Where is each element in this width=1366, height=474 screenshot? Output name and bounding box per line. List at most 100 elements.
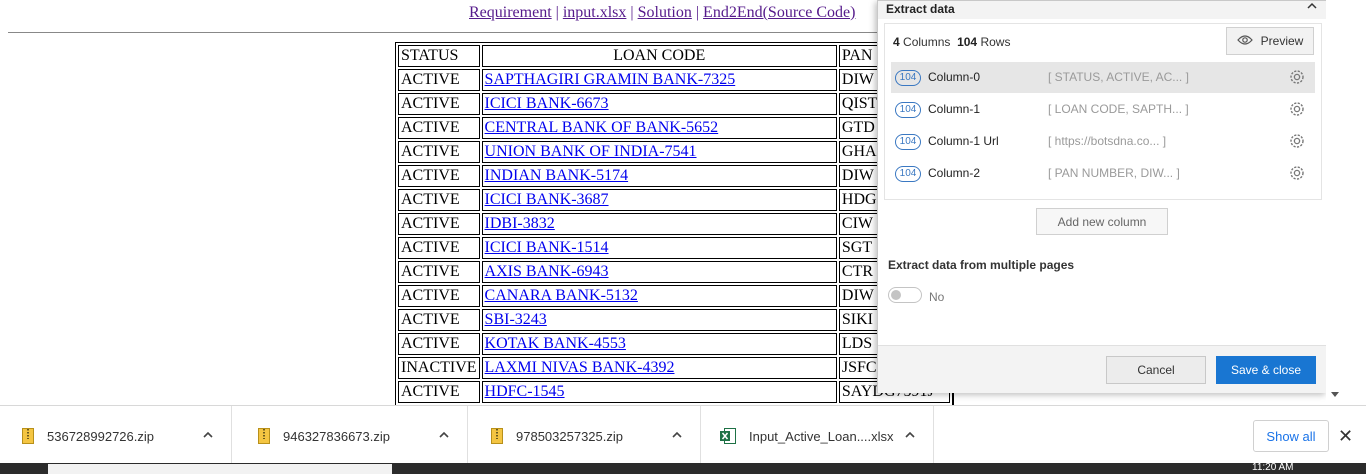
- loan-code-link[interactable]: ICICI BANK-1514: [485, 239, 609, 256]
- column-row-counts: 4 Columns 104 Rows: [893, 35, 1010, 49]
- download-item[interactable]: 946327836673.zip: [236, 406, 468, 464]
- status-cell: ACTIVE: [398, 117, 480, 139]
- loan-code-link[interactable]: SAPTHAGIRI GRAMIN BANK-7325: [485, 71, 736, 88]
- loan-code-link[interactable]: CENTRAL BANK OF BANK-5652: [485, 119, 719, 136]
- collapse-chevron-icon[interactable]: [1306, 0, 1318, 15]
- status-cell: ACTIVE: [398, 333, 480, 355]
- chevron-up-icon[interactable]: [903, 428, 917, 442]
- table-header-row: STATUS LOAN CODE PAN: [398, 45, 950, 67]
- preview-label: Preview: [1260, 34, 1304, 48]
- row-count-badge: 104: [895, 102, 921, 118]
- download-item[interactable]: 536728992726.zip: [0, 406, 232, 464]
- loan-code-cell: INDIAN BANK-5174: [481, 165, 837, 187]
- nav-link-input-xlsx[interactable]: input.xlsx: [563, 4, 627, 21]
- table-row: ACTIVE ICICI BANK-1514 SGT: [398, 237, 950, 259]
- rows-label: Rows: [980, 35, 1011, 49]
- column-name: Column-1 Url: [928, 134, 999, 148]
- nav-link-end2end[interactable]: End2End(Source Code): [703, 4, 855, 21]
- chevron-up-icon[interactable]: [437, 428, 451, 442]
- row-count-badge: 104: [895, 134, 921, 150]
- download-file-name: 946327836673.zip: [283, 429, 390, 444]
- status-cell: ACTIVE: [398, 237, 480, 259]
- loan-code-link[interactable]: CANARA BANK-5132: [485, 287, 638, 304]
- column-list: 104 Column-0 [ STATUS, ACTIVE, AC... ] 1…: [891, 62, 1315, 190]
- table-row: ACTIVE ICICI BANK-6673 QIST: [398, 93, 950, 115]
- loan-code-cell: ICICI BANK-6673: [481, 93, 837, 115]
- zip-file-icon: [491, 428, 503, 444]
- loan-code-link[interactable]: UNION BANK OF INDIA-7541: [485, 143, 697, 160]
- table-row: ACTIVE INDIAN BANK-5174 DIW: [398, 165, 950, 187]
- zip-file-icon: [22, 428, 34, 444]
- loan-code-link[interactable]: ICICI BANK-3687: [485, 191, 609, 208]
- nav-link-requirement[interactable]: Requirement: [469, 4, 552, 21]
- zip-file-icon: [258, 428, 270, 444]
- gear-icon[interactable]: [1287, 131, 1307, 151]
- loan-code-link[interactable]: IDBI-3832: [485, 215, 555, 232]
- chevron-up-icon[interactable]: [201, 428, 215, 442]
- status-cell: INACTIVE: [398, 357, 480, 379]
- status-cell: ACTIVE: [398, 381, 480, 403]
- loan-code-cell: UNION BANK OF INDIA-7541: [481, 141, 837, 163]
- close-icon[interactable]: ✕: [1338, 426, 1353, 447]
- gear-icon[interactable]: [1287, 163, 1307, 183]
- row-count-badge: 104: [895, 166, 921, 182]
- columns-label: Columns: [903, 35, 951, 49]
- save-and-close-button[interactable]: Save & close: [1216, 356, 1316, 384]
- table-row: ACTIVE SAPTHAGIRI GRAMIN BANK-7325 DIW: [398, 69, 950, 91]
- nav-separator: |: [695, 4, 700, 21]
- header-loan-code: LOAN CODE: [481, 45, 837, 67]
- multi-pages-heading: Extract data from multiple pages: [888, 258, 1075, 272]
- loan-code-link[interactable]: AXIS BANK-6943: [485, 263, 609, 280]
- column-item[interactable]: 104 Column-2 [ PAN NUMBER, DIW... ]: [891, 158, 1315, 189]
- column-preview: [ STATUS, ACTIVE, AC... ]: [1048, 70, 1189, 84]
- toggle-label: No: [929, 290, 945, 304]
- page-scrollbar[interactable]: [1326, 0, 1343, 405]
- download-file-name: 978503257325.zip: [516, 429, 623, 444]
- column-name: Column-1: [928, 102, 981, 116]
- nav-link-solution[interactable]: Solution: [638, 4, 692, 21]
- table-row: ACTIVE SBI-3243 SIKI: [398, 309, 950, 331]
- loan-code-cell: LAXMI NIVAS BANK-4392: [481, 357, 837, 379]
- columns-count: 4: [893, 35, 900, 49]
- status-cell: ACTIVE: [398, 141, 480, 163]
- toggle-knob: [891, 290, 901, 300]
- download-file-name: Input_Active_Loan....xlsx: [749, 429, 894, 444]
- column-name: Column-2: [928, 166, 981, 180]
- scroll-down-arrow-icon[interactable]: [1331, 392, 1339, 397]
- nav-separator: |: [555, 4, 559, 21]
- nav-separator: |: [630, 4, 634, 21]
- show-all-button[interactable]: Show all: [1253, 420, 1329, 452]
- loan-code-cell: CANARA BANK-5132: [481, 285, 837, 307]
- column-preview: [ PAN NUMBER, DIW... ]: [1048, 166, 1180, 180]
- gear-icon[interactable]: [1287, 67, 1307, 87]
- column-item[interactable]: 104 Column-1 [ LOAN CODE, SAPTH... ]: [891, 94, 1315, 125]
- column-item[interactable]: 104 Column-1 Url [ https://botsdna.co...…: [891, 126, 1315, 157]
- taskbar-search-box[interactable]: [48, 464, 392, 474]
- preview-button[interactable]: Preview: [1226, 27, 1314, 55]
- loan-code-cell: CENTRAL BANK OF BANK-5652: [481, 117, 837, 139]
- rows-count: 104: [957, 35, 978, 49]
- loan-code-link[interactable]: ICICI BANK-6673: [485, 95, 609, 112]
- loan-code-cell: AXIS BANK-6943: [481, 261, 837, 283]
- status-cell: ACTIVE: [398, 285, 480, 307]
- loan-code-link[interactable]: HDFC-1545: [485, 383, 565, 400]
- status-cell: ACTIVE: [398, 93, 480, 115]
- gear-icon[interactable]: [1287, 99, 1307, 119]
- cancel-button[interactable]: Cancel: [1106, 356, 1206, 384]
- nav-links: Requirement | input.xlsx | Solution | End2End(…: [469, 4, 855, 22]
- loan-code-link[interactable]: LAXMI NIVAS BANK-4392: [485, 359, 675, 376]
- loan-table: STATUS LOAN CODE PAN ACTIVE SAPTHAGIRI GR…: [396, 43, 952, 405]
- download-item[interactable]: Input_Active_Loan....xlsx: [702, 406, 934, 464]
- status-cell: ACTIVE: [398, 261, 480, 283]
- multi-pages-toggle[interactable]: [888, 287, 922, 303]
- column-item[interactable]: 104 Column-0 [ STATUS, ACTIVE, AC... ]: [891, 62, 1315, 93]
- loan-code-link[interactable]: SBI-3243: [485, 311, 547, 328]
- chevron-up-icon[interactable]: [670, 428, 684, 442]
- table-row: INACTIVE LAXMI NIVAS BANK-4392 JSFC: [398, 357, 950, 379]
- loan-code-link[interactable]: INDIAN BANK-5174: [485, 167, 629, 184]
- loan-code-cell: HDFC-1545: [481, 381, 837, 403]
- loan-code-link[interactable]: KOTAK BANK-4553: [485, 335, 626, 352]
- table-row: ACTIVE CANARA BANK-5132 DIW: [398, 285, 950, 307]
- download-item[interactable]: 978503257325.zip: [469, 406, 701, 464]
- add-new-column-button[interactable]: Add new column: [1036, 208, 1168, 235]
